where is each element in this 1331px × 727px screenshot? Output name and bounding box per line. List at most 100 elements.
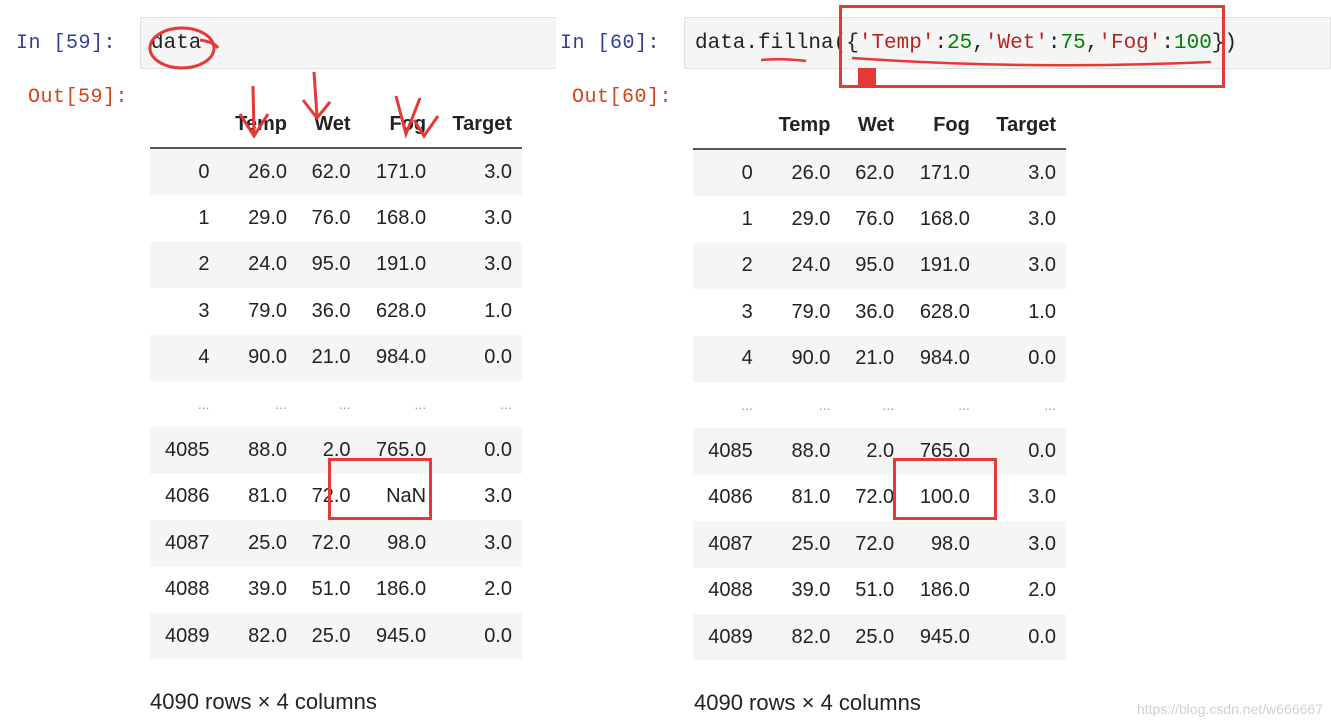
- screenshot-page: In [59]: data Out[59]: Temp Wet Fog Target …: [0, 0, 1331, 727]
- table-cell: 24.0: [248, 253, 288, 276]
- table-cell: 25.0: [791, 532, 831, 555]
- table-cell: 29.0: [248, 207, 288, 230]
- table-cell: 945.0: [919, 625, 970, 648]
- table-cell: 2.0: [322, 439, 351, 462]
- table-cell: 3.0: [484, 207, 512, 230]
- table-cell: 82.0: [248, 624, 288, 647]
- row-index-cell: 3: [198, 299, 210, 322]
- table-cell: 51.0: [311, 578, 351, 601]
- table-row: 4086 81.0 72.0 100.0 3.0: [693, 474, 1066, 522]
- row-index-cell: 2: [198, 253, 210, 276]
- table-cell: 79.0: [791, 300, 831, 323]
- row-index-cell: 4087: [165, 531, 210, 554]
- table-cell: 72.0: [855, 486, 895, 509]
- table-row: 4086 81.0 72.0 NaN 3.0: [150, 473, 522, 521]
- right-notebook-pane: In [60]: data.fillna({'Temp':25,'Wet':75…: [556, 0, 1331, 727]
- table-cell: 3.0: [484, 160, 512, 183]
- column-header: Target: [996, 113, 1056, 136]
- table-cell: 25.0: [248, 531, 288, 554]
- table-row: 4089 82.0 25.0 945.0 0.0: [693, 613, 1066, 661]
- table-cell: 765.0: [376, 439, 427, 462]
- table-cell: 72.0: [311, 531, 351, 554]
- code-token: }): [1211, 32, 1238, 55]
- table-cell: 3.0: [484, 253, 512, 276]
- ellipsis-row: ...............: [693, 381, 1066, 429]
- code-token: 75: [1060, 32, 1086, 55]
- shape-summary: 4090 rows × 4 columns: [150, 689, 377, 714]
- table-cell: 36.0: [855, 300, 895, 323]
- in-prompt-60: In [60]:: [560, 32, 661, 55]
- table-cell: 72.0: [855, 532, 895, 555]
- table-cell: 72.0: [311, 485, 351, 508]
- table-cell: ...: [338, 396, 351, 413]
- table-cell: 3.0: [1028, 486, 1056, 509]
- table-row: 2 24.0 95.0 191.0 3.0: [150, 241, 522, 289]
- table-cell: ...: [882, 397, 895, 414]
- table-cell: 98.0: [387, 531, 427, 554]
- table-cell: 26.0: [248, 160, 288, 183]
- table-cell: 945.0: [376, 624, 427, 647]
- table-cell: ...: [275, 396, 288, 413]
- table-cell: 88.0: [791, 440, 831, 463]
- watermark-text: https://blog.csdn.net/w666667: [1136, 701, 1323, 717]
- code-token: 100: [1173, 32, 1212, 55]
- table-cell: 79.0: [248, 299, 288, 322]
- table-row: 4088 39.0 51.0 186.0 2.0: [693, 567, 1066, 614]
- table-row: 4089 82.0 25.0 945.0 0.0: [150, 612, 522, 660]
- table-cell: 62.0: [855, 161, 895, 184]
- row-index-cell: 4089: [708, 625, 753, 648]
- table-row: 4085 88.0 2.0 765.0 0.0: [693, 428, 1066, 475]
- table-cell: 82.0: [791, 625, 831, 648]
- table-cell: 1.0: [1028, 300, 1056, 323]
- column-header: Fog: [389, 112, 427, 135]
- code-token: :: [1047, 32, 1061, 55]
- table-row: 4085 88.0 2.0 765.0 0.0: [150, 427, 522, 474]
- row-index-cell: 4087: [708, 532, 753, 555]
- table-cell: 1.0: [484, 299, 512, 322]
- table-cell: 76.0: [855, 208, 895, 231]
- table-cell: 81.0: [791, 486, 831, 509]
- table-row: 3 79.0 36.0 628.0 1.0: [150, 288, 522, 335]
- table-cell: 0.0: [1028, 625, 1056, 648]
- table-cell: ...: [1044, 397, 1056, 414]
- code-token: :: [934, 32, 948, 55]
- table-cell: 2.0: [1028, 579, 1056, 602]
- row-index-cell: 4088: [165, 578, 210, 601]
- table-cell: 100.0: [919, 486, 970, 509]
- table-cell: 0.0: [484, 346, 512, 369]
- table-cell: 25.0: [855, 625, 895, 648]
- code-token: ,: [972, 32, 985, 55]
- table-cell: ...: [414, 396, 427, 413]
- table-cell: 0.0: [1028, 347, 1056, 370]
- code-token: 25: [947, 32, 973, 55]
- row-index-cell: 4: [741, 347, 753, 370]
- table-cell: 0.0: [1028, 440, 1056, 463]
- table-row: 4087 25.0 72.0 98.0 3.0: [150, 520, 522, 567]
- row-index-cell: 4: [198, 346, 210, 369]
- left-notebook-pane: In [59]: data Out[59]: Temp Wet Fog Target …: [0, 0, 560, 727]
- row-index-cell: 0: [198, 160, 210, 183]
- table-cell: 88.0: [248, 439, 288, 462]
- row-index-cell: 4089: [165, 624, 210, 647]
- table-row: 4087 25.0 72.0 98.0 3.0: [693, 521, 1066, 568]
- table-cell: 24.0: [791, 254, 831, 277]
- code-cell-60[interactable]: data.fillna({'Temp':25,'Wet':75,'Fog':10…: [684, 17, 1331, 69]
- ellipsis-row: ...............: [150, 380, 522, 428]
- column-header: Temp: [235, 112, 288, 135]
- table-cell: 29.0: [791, 208, 831, 231]
- table-cell: 62.0: [311, 160, 351, 183]
- table-cell: ...: [958, 397, 970, 414]
- shape-summary: 4090 rows × 4 columns: [694, 690, 921, 715]
- table-cell: 39.0: [248, 578, 288, 601]
- table-cell: 984.0: [919, 347, 970, 370]
- code-args: ({'Temp':25,'Wet':75,'Fog':100}): [834, 32, 1237, 55]
- table-row: 4 90.0 21.0 984.0 0.0: [150, 334, 522, 381]
- table-cell: 765.0: [919, 440, 970, 463]
- table-row: 3 79.0 36.0 628.0 1.0: [693, 289, 1066, 336]
- out-prompt-60: Out[60]:: [572, 86, 673, 109]
- code-fn-text: data.fillna: [695, 32, 834, 55]
- table-cell: 168.0: [376, 207, 427, 230]
- code-cell-59[interactable]: data: [140, 17, 558, 69]
- table-cell: 95.0: [855, 254, 895, 277]
- table-cell: 3.0: [1028, 254, 1056, 277]
